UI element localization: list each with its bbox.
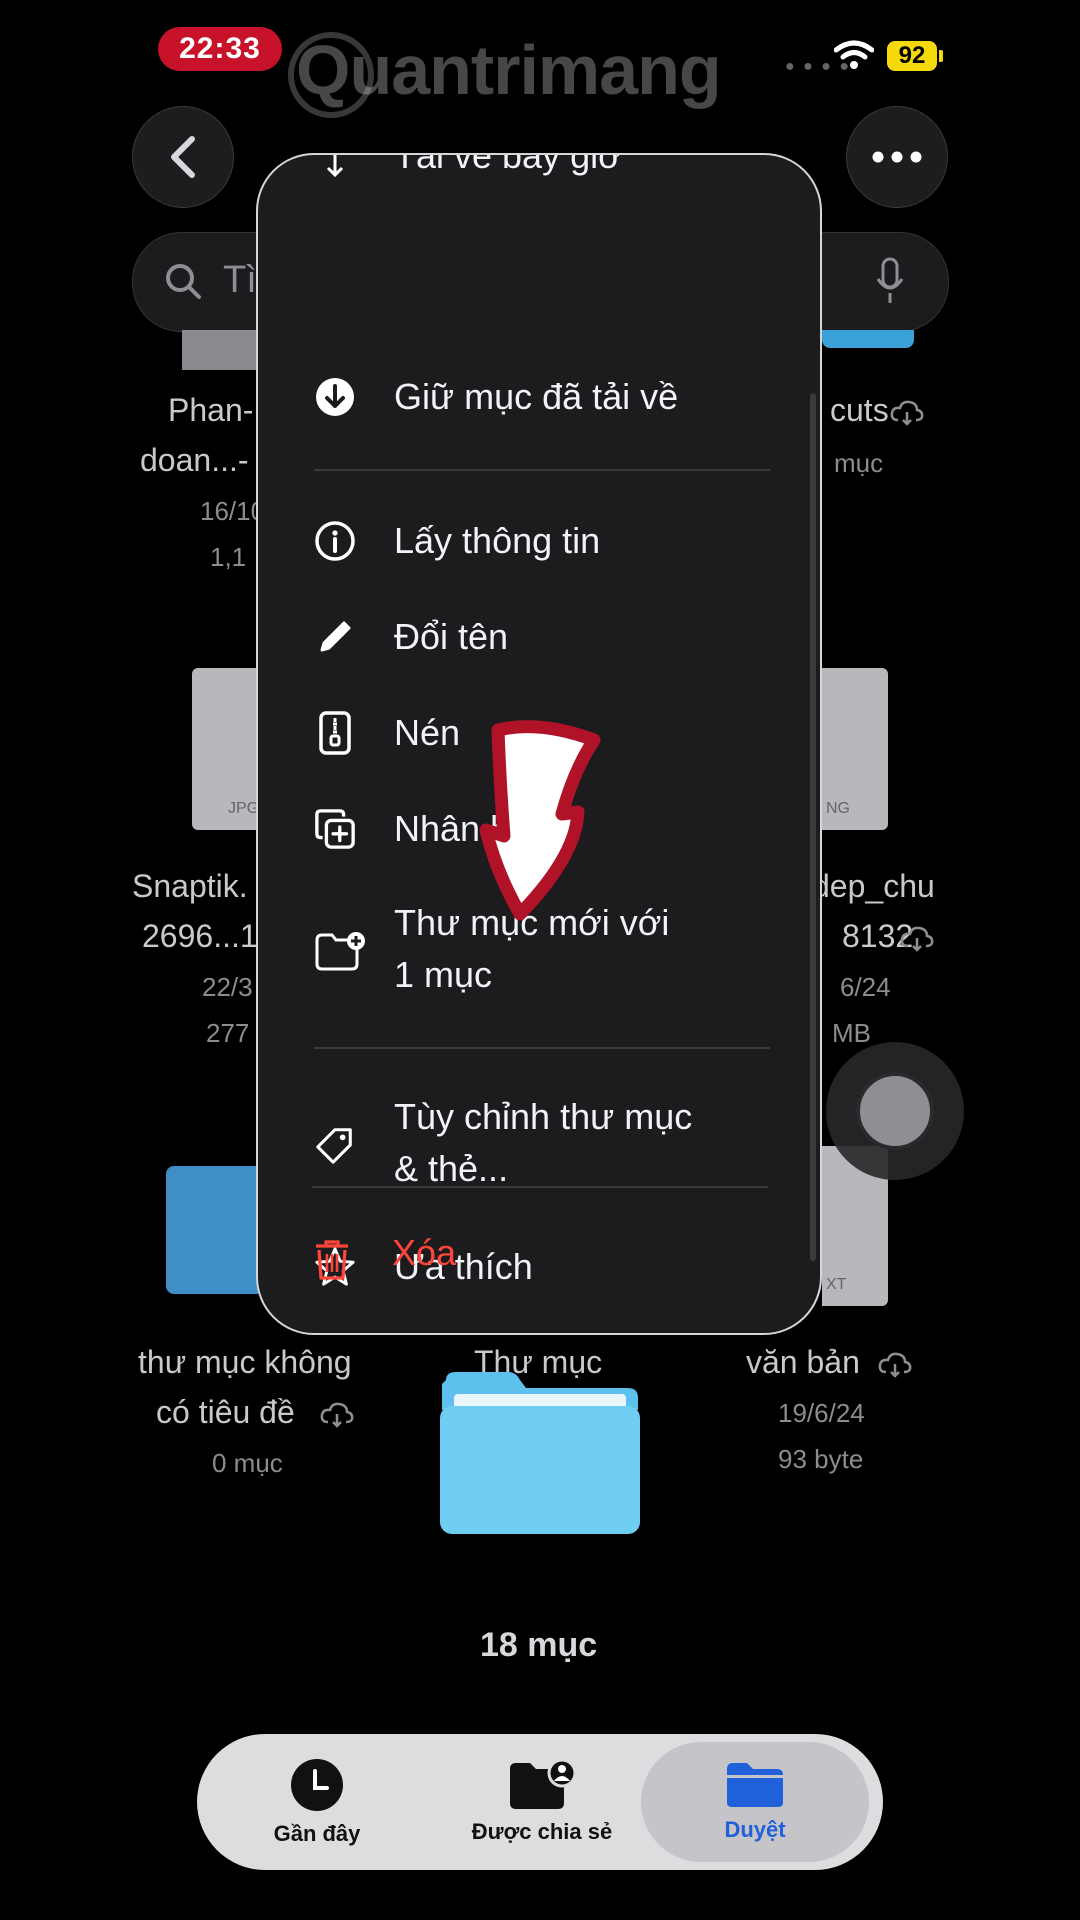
wifi-icon [834, 40, 874, 69]
pencil-icon [314, 616, 356, 658]
search-placeholder: Tì [223, 259, 257, 301]
cloud-download-icon [326, 155, 344, 178]
file-type-badge: JPG [228, 800, 260, 817]
file-name: Phan- [168, 392, 254, 428]
annotation-arrow [479, 720, 601, 921]
menu-item-label: Tải về bây giờ [394, 153, 622, 176]
folder-thumb [166, 1166, 258, 1294]
shared-folder-icon [510, 1759, 577, 1809]
microphone-icon[interactable] [875, 257, 905, 307]
folder-thumb-top-right [822, 330, 914, 348]
folder-icon [727, 1763, 783, 1807]
selected-folder-icon[interactable] [438, 1370, 642, 1536]
menu-item-label: 1 mục [394, 954, 493, 995]
tab-browse[interactable]: Duyệt [641, 1742, 869, 1862]
file-name: doan...- [140, 442, 249, 478]
file-size: 1,1 [210, 542, 247, 572]
image-file-thumb: JPG [192, 668, 260, 830]
menu-item-label: Nén [394, 712, 461, 753]
more-options-button[interactable] [846, 106, 948, 208]
file-name: Snaptik. [132, 868, 248, 904]
back-button[interactable] [132, 106, 234, 208]
file-meta: mục [834, 448, 884, 478]
folder-meta: 0 mục [212, 1448, 283, 1478]
menu-separator [312, 1186, 768, 1188]
file-type-badge: NG [826, 800, 850, 817]
duplicate-icon [314, 808, 356, 850]
battery-indicator: 92 [887, 41, 937, 71]
cloud-download-icon [878, 1352, 912, 1378]
menu-item-rename[interactable]: Đổi tên [258, 589, 820, 685]
folder-name: thư mục không [138, 1344, 352, 1380]
tab-bar: Gần đây Được chia sẻ Duyệt [197, 1734, 883, 1870]
menu-item-delete[interactable]: Xóa [256, 1212, 796, 1308]
file-size: 93 byte [778, 1444, 864, 1474]
image-file-thumb: NG [822, 668, 888, 830]
menu-separator [314, 1047, 770, 1049]
menu-item-label: Lấy thông tin [394, 520, 601, 561]
tab-shared[interactable]: Được chia sẻ [437, 1734, 647, 1870]
download-circle-icon [314, 376, 356, 418]
tab-label: Được chia sẻ [471, 1819, 613, 1844]
cloud-download-icon [320, 1402, 354, 1428]
menu-item-keep-downloaded[interactable]: Giữ mục đã tải về [258, 349, 820, 445]
info-icon [314, 520, 356, 562]
menu-scrollbar[interactable] [810, 393, 816, 1261]
trash-icon [316, 1240, 348, 1280]
tab-recents[interactable]: Gần đây [241, 1734, 393, 1870]
assistive-touch-dot [856, 1072, 934, 1150]
search-icon [166, 264, 201, 299]
file-size: MB [832, 1018, 871, 1048]
file-size: 277 [206, 1018, 250, 1048]
clock-icon [291, 1759, 343, 1811]
cloud-download-icon [890, 400, 924, 426]
file-name: dep_chu [812, 868, 935, 904]
menu-separator [314, 469, 770, 471]
file-name: văn bản [746, 1344, 860, 1380]
folder-badge-plus-icon [314, 930, 366, 972]
menu-item-customize-folder-tags[interactable]: Tùy chỉnh thư mục & thẻ... [258, 1071, 820, 1219]
tag-icon [314, 1124, 356, 1166]
file-thumb-top-left [182, 330, 258, 370]
menu-item-label: Xóa [392, 1232, 457, 1273]
file-date: 6/24 [840, 972, 891, 1002]
item-count: 18 mục [480, 1626, 598, 1664]
assistive-touch-button[interactable] [826, 1042, 964, 1180]
context-menu-bottom-edge [256, 1300, 822, 1335]
folder-name: có tiêu đề [156, 1394, 295, 1430]
file-date: 19/6/24 [778, 1398, 865, 1428]
status-time: 22:33 [158, 27, 282, 71]
file-type-badge: XT [826, 1276, 847, 1293]
file-name: cuts [830, 392, 889, 428]
ellipsis-icon [872, 151, 922, 163]
menu-item-label: Tùy chỉnh thư mục [394, 1096, 693, 1137]
battery-tip [939, 50, 943, 62]
cloud-download-icon [900, 926, 934, 952]
archive-zip-icon [314, 711, 356, 755]
menu-item-get-info[interactable]: Lấy thông tin [258, 493, 820, 589]
file-name: 2696...1 [142, 918, 258, 954]
menu-item-download-now[interactable]: Tải về bây giờ [258, 153, 820, 185]
tab-label: Duyệt [724, 1817, 786, 1842]
chevron-left-icon [171, 136, 195, 178]
menu-item-label: Đổi tên [394, 616, 509, 657]
tab-label: Gần đây [273, 1821, 361, 1846]
watermark-text: Quantrimang [296, 31, 722, 109]
menu-item-label: Giữ mục đã tải về [394, 376, 679, 417]
file-date: 22/3 [202, 972, 253, 1002]
